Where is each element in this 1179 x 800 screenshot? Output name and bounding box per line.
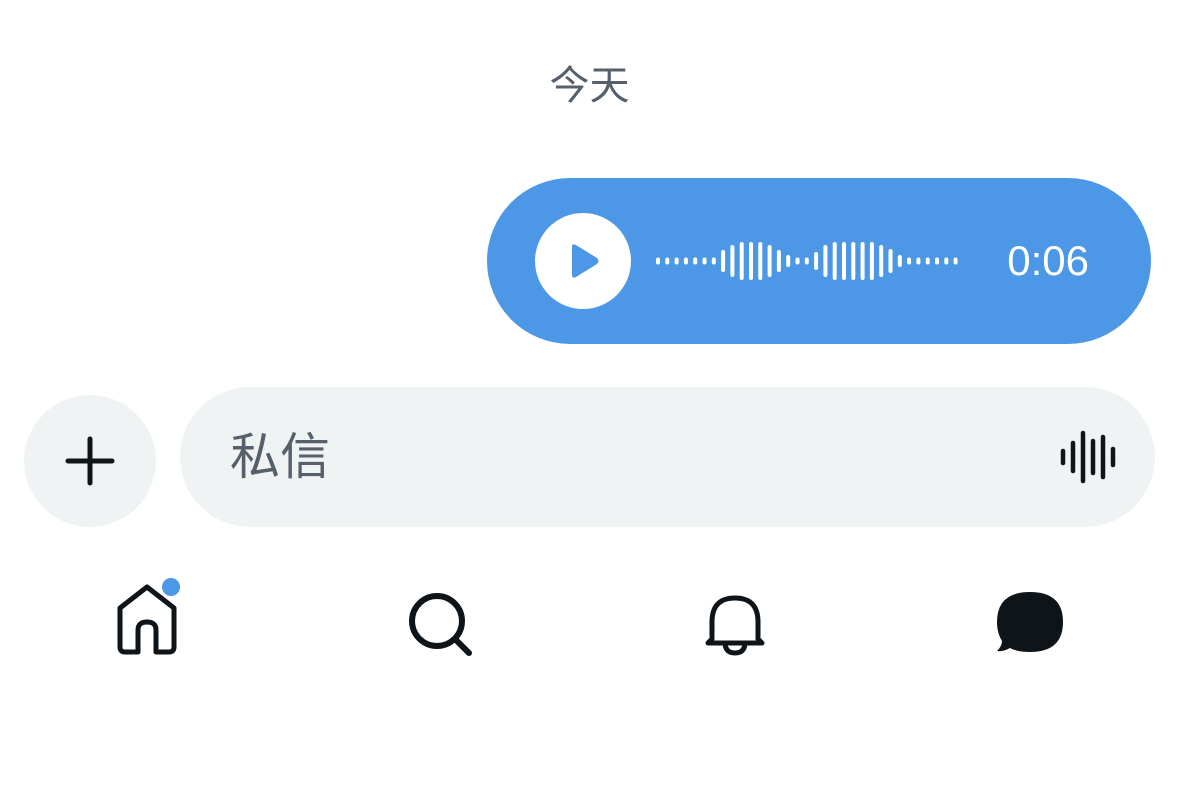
plus-icon	[65, 436, 115, 486]
add-attachment-button[interactable]	[24, 395, 156, 527]
tab-notifications[interactable]	[675, 570, 795, 680]
play-icon	[572, 244, 599, 278]
play-button[interactable]	[535, 213, 631, 309]
message-bubble-icon	[997, 592, 1063, 652]
message-composer[interactable]	[180, 387, 1155, 527]
search-icon	[409, 593, 472, 656]
tab-home[interactable]	[88, 570, 208, 680]
tab-search[interactable]	[380, 570, 500, 680]
home-icon	[117, 578, 180, 655]
voice-message-bubble[interactable]: 0:06	[487, 178, 1151, 344]
bell-icon	[705, 595, 765, 656]
notification-badge	[162, 578, 180, 596]
waveform-icon	[656, 242, 958, 280]
dm-conversation-screen: 今天 0:06	[0, 0, 1179, 800]
voice-duration: 0:06	[1007, 237, 1089, 284]
message-input[interactable]	[230, 415, 1030, 499]
bottom-tab-bar	[0, 570, 1179, 680]
date-separator: 今天	[549, 63, 630, 109]
voice-record-icon[interactable]	[1059, 429, 1119, 485]
tab-messages[interactable]	[970, 570, 1090, 680]
